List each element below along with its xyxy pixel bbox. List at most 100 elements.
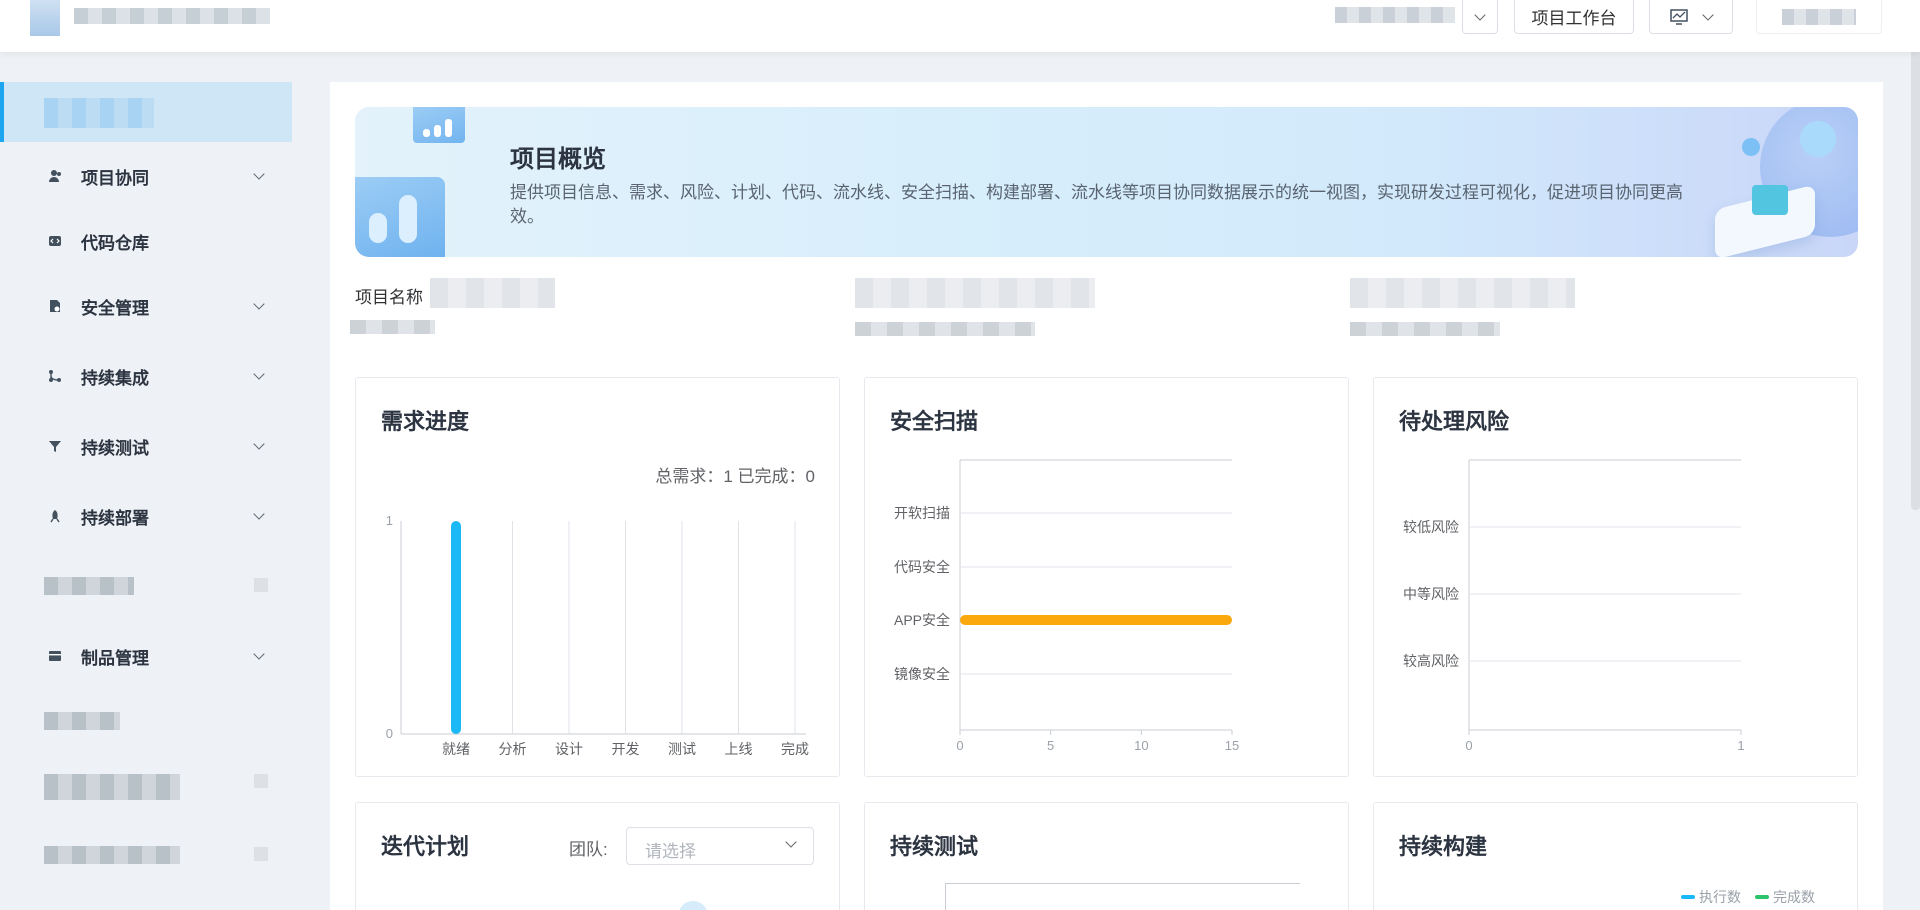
iteration-plan-card: 迭代计划 团队: 请选择 — [355, 802, 840, 910]
monitor-chart-icon — [413, 107, 465, 143]
chart-axis — [945, 883, 1300, 884]
sidebar-item-project-collab[interactable]: 项目协同 — [0, 156, 292, 196]
workbench-label: 项目工作台 — [1531, 9, 1617, 28]
x-tick-label: 5 — [1047, 738, 1054, 753]
rocket-icon — [48, 509, 62, 523]
y-tick-label: 代码安全 — [894, 559, 950, 575]
chevron-down-icon — [253, 648, 265, 660]
sidebar-item-badge — [254, 847, 268, 861]
project-selector-dropdown[interactable] — [1462, 0, 1498, 34]
chevron-down-icon — [253, 168, 265, 180]
sidebar-item-code-repo[interactable]: 代码仓库 — [0, 221, 292, 261]
chevron-down-icon — [253, 368, 265, 380]
sidebar-item-obscured[interactable] — [44, 577, 134, 595]
branch-icon — [48, 369, 62, 383]
y-tick-label: APP安全 — [894, 612, 950, 628]
x-tick-label: 1 — [1737, 738, 1744, 753]
funnel-icon — [48, 439, 62, 453]
project-info-value — [350, 320, 435, 334]
monitor-menu[interactable] — [1649, 0, 1733, 34]
legend-swatch — [1681, 895, 1695, 899]
team-select-placeholder: 请选择 — [645, 842, 696, 861]
workbench-button[interactable]: 项目工作台 — [1514, 0, 1634, 34]
main-content: 项目概览 提供项目信息、需求、风险、计划、代码、流水线、安全扫描、构建部署、流水… — [330, 82, 1883, 910]
x-tick-label: 完成 — [781, 741, 809, 757]
sidebar-item-testing[interactable]: 持续测试 — [0, 426, 292, 466]
project-info-value — [1350, 322, 1500, 336]
x-tick-label: 开发 — [612, 741, 640, 757]
y-tick-label: 较高风险 — [1403, 653, 1459, 669]
bar-就绪 — [451, 521, 461, 734]
card-title: 持续构建 — [1399, 834, 1488, 859]
chevron-down-icon — [253, 508, 265, 520]
x-tick-label: 10 — [1134, 738, 1148, 753]
x-tick-label: 0 — [1465, 738, 1472, 753]
y-tick-label: 中等风险 — [1403, 586, 1459, 602]
x-tick-label: 就绪 — [442, 741, 470, 757]
sidebar-item-badge — [254, 578, 268, 592]
legend-item-completed[interactable]: 完成数 — [1755, 887, 1815, 907]
team-select[interactable]: 请选择 — [626, 827, 814, 865]
y-tick-label: 镜像安全 — [894, 666, 950, 682]
overview-banner: 项目概览 提供项目信息、需求、风险、计划、代码、流水线、安全扫描、构建部署、流水… — [355, 107, 1858, 257]
project-info-label — [1350, 278, 1575, 308]
card-title: 持续测试 — [890, 834, 979, 859]
chevron-down-icon — [785, 836, 797, 848]
chevron-down-icon — [253, 298, 265, 310]
x-tick-label: 测试 — [668, 741, 696, 757]
x-tick-label: 0 — [956, 738, 963, 753]
sidebar-item-security[interactable]: 安全管理 — [0, 286, 292, 326]
sidebar-item-label: 项目协同 — [81, 168, 149, 188]
chevron-down-icon — [1474, 8, 1486, 21]
risk-bar-chart: 0 1 较低风险中等风险较高风险 — [1403, 459, 1745, 753]
package-icon — [48, 649, 62, 663]
x-tick-label: 分析 — [499, 741, 527, 757]
sidebar-item-ci[interactable]: 持续集成 — [0, 356, 292, 396]
sidebar-item-label: 持续集成 — [81, 368, 149, 388]
sidebar-item-active[interactable] — [0, 82, 292, 142]
sidebar-item-label: 安全管理 — [81, 298, 149, 318]
y-tick-label: 1 — [386, 513, 393, 528]
banner-title: 项目概览 — [510, 146, 606, 173]
y-tick-label: 较低风险 — [1403, 519, 1459, 535]
decoration-cube — [1752, 185, 1788, 215]
banner-description: 提供项目信息、需求、风险、计划、代码、流水线、安全扫描、构建部署、流水线等项目协… — [510, 183, 1683, 226]
team-label: 团队: — [569, 840, 608, 859]
project-selector-value[interactable] — [1335, 7, 1455, 23]
chart-decoration — [678, 901, 708, 910]
project-info-value — [855, 322, 1035, 336]
code-repo-icon — [48, 234, 62, 248]
sidebar-item-label: 持续部署 — [81, 508, 149, 528]
chevron-down-icon — [1702, 8, 1714, 21]
logo-icon[interactable] — [30, 0, 60, 36]
page-scrollbar[interactable] — [1911, 0, 1920, 510]
x-tick-label: 15 — [1225, 738, 1239, 753]
sidebar-item-obscured[interactable] — [44, 846, 180, 864]
sidebar-item-badge — [254, 774, 268, 788]
continuous-testing-card: 持续测试 — [864, 802, 1349, 910]
bar-chart-icon — [355, 177, 445, 257]
decoration-bubble — [1800, 121, 1836, 157]
sidebar-item-deploy[interactable]: 持续部署 — [0, 496, 292, 536]
sidebar-item-obscured[interactable] — [44, 712, 120, 730]
legend-label: 完成数 — [1773, 889, 1815, 905]
sidebar: 项目协同 代码仓库 安全管理 持续集成 持续测试 持续部署 制品管理 — [0, 52, 300, 910]
demand-bar-chart: 0 1 就绪 分析 设计 开发 测试 上线 完成 — [386, 513, 809, 757]
legend-swatch — [1755, 895, 1769, 899]
y-tick-label: 0 — [386, 726, 393, 741]
user-menu[interactable] — [1756, 0, 1882, 34]
sidebar-item-label: 代码仓库 — [81, 233, 149, 253]
bar-APP安全 — [960, 615, 1232, 625]
sidebar-item-artifacts[interactable]: 制品管理 — [0, 636, 292, 676]
security-doc-icon — [48, 299, 62, 313]
pending-risk-card: 待处理风险 0 1 较低风险 中等风险 较高风险 — [1373, 377, 1858, 777]
legend-item-executions[interactable]: 执行数 — [1681, 887, 1741, 907]
card-title: 迭代计划 — [381, 834, 470, 859]
demand-progress-card: 需求进度 总需求：1 已完成：0 0 1 就绪 分析 设计 开发 测试 上线 完成 — [355, 377, 840, 777]
sidebar-item-label — [44, 98, 154, 128]
project-name-label: 项目名称 — [355, 288, 423, 307]
security-scan-card: 安全扫描 0 5 10 15 开软扫描 代码安全 APP安全 镜像安全 — [864, 377, 1349, 777]
app-name — [74, 8, 270, 24]
sidebar-item-obscured[interactable] — [44, 774, 180, 800]
legend-label: 执行数 — [1699, 889, 1741, 905]
